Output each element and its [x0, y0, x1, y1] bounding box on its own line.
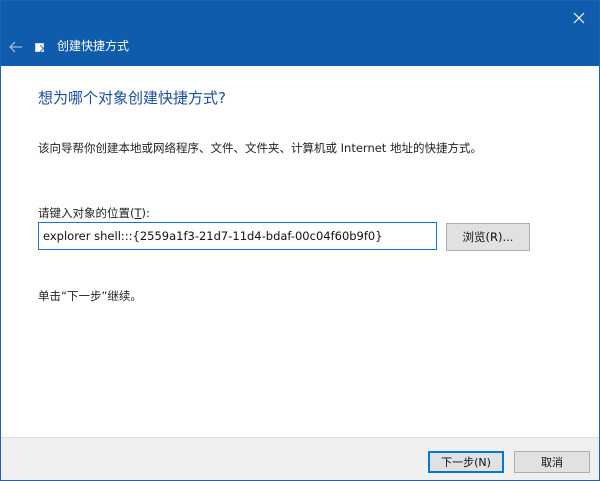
shortcut-wizard-window: 创建快捷方式 想为哪个对象创建快捷方式? 该向导帮你创建本地或网络程序、文件、文… — [0, 0, 600, 481]
location-label-accesskey: T — [134, 206, 142, 220]
continue-hint: 单击“下一步”继续。 — [38, 289, 142, 303]
location-label-suffix: ): — [141, 206, 150, 220]
location-field-label: 请键入对象的位置(T): — [38, 205, 150, 221]
back-arrow-icon — [9, 41, 22, 53]
browse-button[interactable]: 浏览(R)... — [446, 223, 530, 251]
close-icon — [573, 12, 585, 24]
close-button[interactable] — [565, 6, 593, 30]
shortcut-app-icon — [35, 43, 44, 52]
window-title: 创建快捷方式 — [57, 39, 130, 53]
location-input[interactable] — [38, 222, 437, 250]
location-label-prefix: 请键入对象的位置( — [38, 206, 135, 220]
wizard-description: 该向导帮你创建本地或网络程序、文件、文件夹、计算机或 Internet 地址的快… — [38, 141, 482, 155]
title-bar: 创建快捷方式 — [1, 1, 599, 66]
page-heading: 想为哪个对象创建快捷方式? — [38, 89, 226, 107]
back-button[interactable] — [7, 39, 25, 55]
next-button[interactable]: 下一步(N) — [428, 451, 504, 473]
cancel-button[interactable]: 取消 — [514, 451, 590, 473]
wizard-footer — [1, 437, 599, 480]
